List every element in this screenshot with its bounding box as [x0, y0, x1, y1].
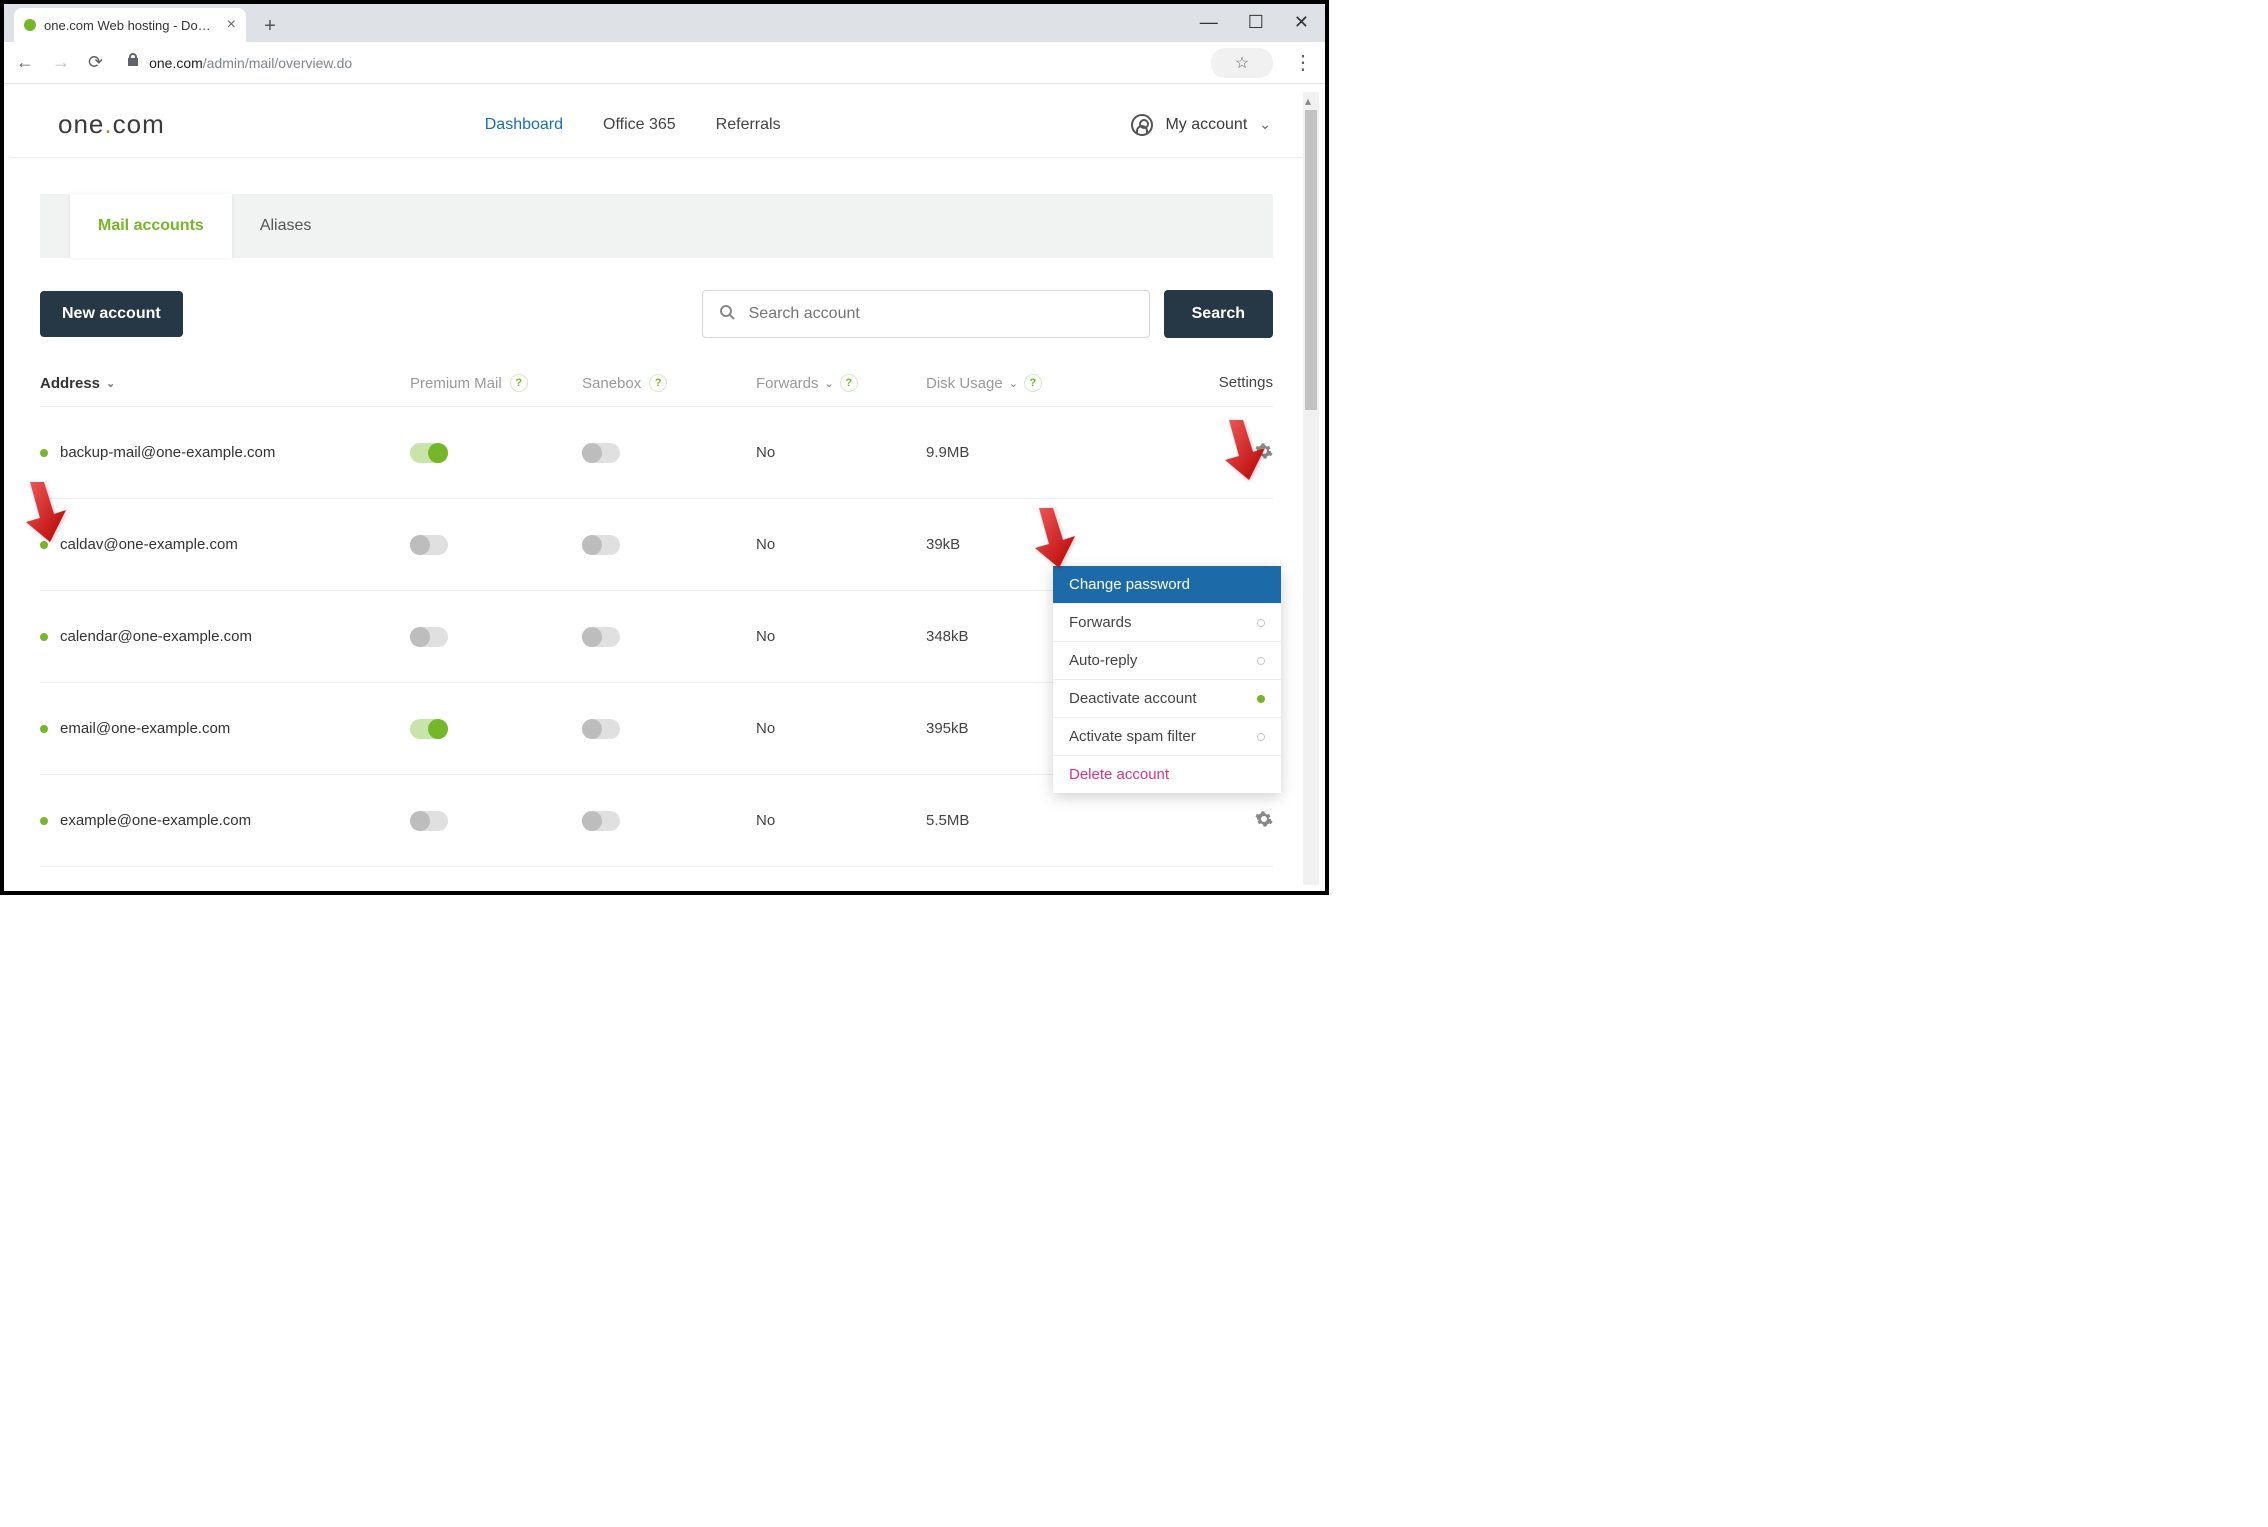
email-address: backup-mail@one-example.com — [60, 444, 275, 461]
new-tab-button[interactable]: + — [256, 12, 284, 40]
forwards-value: No — [756, 536, 926, 553]
status-dot-icon — [40, 725, 48, 733]
sanebox-toggle[interactable] — [582, 535, 620, 555]
settings-dropdown: Change password Forwards Auto-reply Deac… — [1053, 566, 1281, 793]
premium-toggle[interactable] — [410, 627, 448, 647]
chevron-down-icon: ⌄ — [106, 377, 115, 390]
sanebox-toggle[interactable] — [582, 627, 620, 647]
forward-icon[interactable]: → — [52, 52, 70, 73]
menu-delete[interactable]: Delete account — [1053, 756, 1281, 793]
user-icon — [1131, 114, 1153, 136]
page-scrollbar[interactable] — [1303, 92, 1319, 885]
premium-toggle[interactable] — [410, 535, 448, 555]
status-dot-icon — [40, 633, 48, 641]
status-dot-green — [1257, 695, 1265, 703]
col-forwards[interactable]: Forwards ⌄ ? — [756, 374, 926, 392]
premium-toggle[interactable] — [410, 719, 448, 739]
premium-toggle[interactable] — [410, 443, 448, 463]
premium-toggle[interactable] — [410, 811, 448, 831]
url-text: one.com/admin/mail/overview.do — [149, 55, 352, 71]
sanebox-toggle[interactable] — [582, 719, 620, 739]
email-address: caldav@one-example.com — [60, 536, 238, 553]
annotation-arrow-icon — [1029, 506, 1079, 575]
annotation-arrow-icon — [20, 480, 70, 549]
disk-value: 5.5MB — [926, 812, 1156, 829]
gear-icon[interactable] — [1255, 815, 1273, 832]
site-header: one.com Dashboard Office 365 Referrals M… — [10, 92, 1319, 158]
forwards-value: No — [756, 444, 926, 461]
favicon-icon — [24, 19, 36, 31]
tab-title: one.com Web hosting - Domain... — [44, 18, 219, 33]
col-premium: Premium Mail ? — [410, 374, 582, 392]
status-dot-empty — [1257, 733, 1265, 741]
sanebox-toggle[interactable] — [582, 443, 620, 463]
close-icon[interactable]: × — [227, 16, 236, 34]
col-settings: Settings — [1156, 374, 1273, 392]
status-dot-empty — [1257, 657, 1265, 665]
star-icon[interactable]: ☆ — [1211, 48, 1273, 78]
sanebox-toggle[interactable] — [582, 811, 620, 831]
help-icon[interactable]: ? — [510, 374, 528, 392]
email-address: example@one-example.com — [60, 812, 251, 829]
search-icon — [719, 304, 735, 325]
lock-icon — [127, 53, 139, 72]
chevron-down-icon: ⌄ — [1009, 377, 1018, 390]
help-icon[interactable]: ? — [1024, 374, 1042, 392]
forwards-value: No — [756, 812, 926, 829]
browser-addressbar: ← → ⟳ one.com/admin/mail/overview.do ☆ ⋮ — [4, 42, 1325, 84]
back-icon[interactable]: ← — [16, 52, 34, 73]
tab-mail-accounts[interactable]: Mail accounts — [70, 194, 232, 258]
status-dot-empty — [1257, 619, 1265, 627]
col-address[interactable]: Address ⌄ — [40, 374, 410, 392]
window-close[interactable]: ✕ — [1294, 12, 1309, 33]
menu-change-password[interactable]: Change password — [1053, 566, 1281, 604]
chevron-down-icon: ⌄ — [1259, 116, 1271, 133]
browser-tab[interactable]: one.com Web hosting - Domain... × — [14, 8, 246, 42]
nav-referrals[interactable]: Referrals — [716, 116, 781, 134]
window-maximize[interactable]: ☐ — [1248, 12, 1264, 33]
kebab-menu-icon[interactable]: ⋮ — [1293, 50, 1313, 75]
email-address: calendar@one-example.com — [60, 628, 252, 645]
logo[interactable]: one.com — [58, 109, 165, 140]
search-button[interactable]: Search — [1164, 290, 1273, 338]
search-box[interactable] — [702, 290, 1150, 338]
nav-office365[interactable]: Office 365 — [603, 116, 676, 134]
menu-auto-reply[interactable]: Auto-reply — [1053, 642, 1281, 680]
help-icon[interactable]: ? — [840, 374, 858, 392]
annotation-arrow-icon — [1219, 418, 1269, 487]
menu-forwards[interactable]: Forwards — [1053, 604, 1281, 642]
reload-icon[interactable]: ⟳ — [88, 52, 103, 73]
url-field[interactable]: one.com/admin/mail/overview.do — [115, 48, 1199, 78]
tab-aliases[interactable]: Aliases — [232, 194, 340, 258]
forwards-value: No — [756, 628, 926, 645]
status-dot-icon — [40, 449, 48, 457]
menu-deactivate[interactable]: Deactivate account — [1053, 680, 1281, 718]
new-account-button[interactable]: New account — [40, 291, 183, 337]
email-address: email@one-example.com — [60, 720, 230, 737]
window-minimize[interactable]: ― — [1200, 12, 1218, 33]
status-dot-icon — [40, 817, 48, 825]
account-menu[interactable]: My account ⌄ — [1131, 114, 1271, 136]
col-sanebox: Sanebox ? — [582, 374, 756, 392]
browser-tabstrip: one.com Web hosting - Domain... × + — [4, 4, 1325, 42]
forwards-value: No — [756, 720, 926, 737]
help-icon[interactable]: ? — [649, 374, 667, 392]
subtabs: Mail accounts Aliases — [40, 194, 1273, 258]
window-controls: ― ☐ ✕ — [1200, 12, 1309, 33]
table-row: backup-mail@one-example.com No9.9MB — [40, 407, 1273, 499]
search-input[interactable] — [749, 305, 1133, 323]
account-label: My account — [1165, 116, 1247, 134]
menu-spam-filter[interactable]: Activate spam filter — [1053, 718, 1281, 756]
disk-value: 9.9MB — [926, 444, 1156, 461]
chevron-down-icon: ⌄ — [825, 377, 834, 390]
nav-dashboard[interactable]: Dashboard — [485, 116, 563, 134]
col-disk[interactable]: Disk Usage ⌄ ? — [926, 374, 1156, 392]
